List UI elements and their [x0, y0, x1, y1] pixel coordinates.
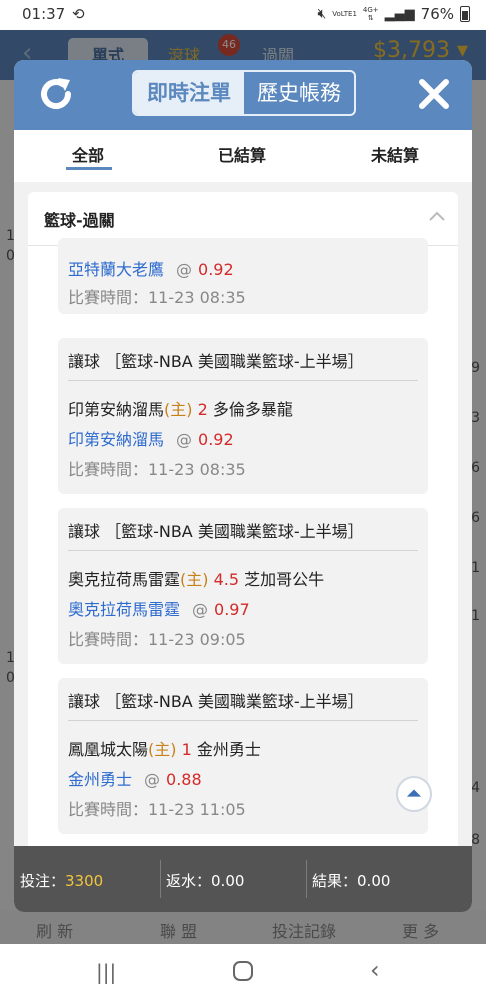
close-icon[interactable] — [414, 74, 454, 114]
handicap: 4.5 — [213, 570, 240, 589]
home-icon[interactable] — [231, 959, 255, 983]
divider — [68, 380, 418, 381]
volte-label: VoLTE1 — [332, 10, 357, 18]
match-time: 比賽時間：11-23 11:05 — [68, 800, 246, 819]
bet-type-header: 讓球 ［籃球-NBA 美國職業籃球-上半場］ — [68, 352, 364, 371]
matchup: 鳳凰城太陽(主) 1 金州勇士 — [68, 736, 261, 760]
bet-card: 讓球 ［籃球-NBA 美國職業籃球-上半場］ 鳳凰城太陽(主) 1 金州勇士 金… — [58, 678, 428, 834]
home-team: 奧克拉荷馬雷霆 — [68, 570, 181, 589]
bet-list[interactable]: 籃球-過關 亞特蘭大老鷹 @0.92 比賽時間：11-23 08:35 讓球 ［籃… — [14, 182, 472, 846]
stake-label: 投注： — [20, 872, 66, 890]
active-filter-underline — [66, 167, 112, 170]
sync-icon: ⟲ — [72, 5, 85, 23]
filter-tabs: 全部 已結算 未結算 — [14, 130, 472, 182]
record-type-toggle: 即時注單 歷史帳務 — [132, 70, 356, 116]
caret-up-icon — [406, 789, 422, 797]
bet-type-header: 讓球 ［籃球-NBA 美國職業籃球-上半場］ — [68, 522, 364, 541]
pick-team-name: 金州勇士 — [68, 770, 133, 789]
signal-icon: ▂▄▆ — [384, 6, 415, 22]
stake-total: 投注：3300 — [20, 870, 103, 891]
pick-team-name: 奧克拉荷馬雷霆 — [68, 600, 181, 619]
picked-team: 亞特蘭大老鷹 @0.92 — [68, 256, 234, 280]
clock: 01:37 — [22, 5, 66, 23]
odds: 0.92 — [198, 260, 234, 279]
4g-indicator: 4G+ ⇅ — [362, 6, 379, 22]
odds: 0.92 — [198, 430, 234, 449]
bet-records-modal: 即時注單 歷史帳務 全部 已結算 未結算 籃球-過關 亞特蘭大老鷹 @0.92 — [14, 60, 472, 912]
rebate-total: 返水：0.00 — [166, 870, 244, 891]
rebate-label: 返水： — [166, 872, 212, 890]
result-total: 結果：0.00 — [312, 870, 390, 891]
handicap: 1 — [181, 740, 192, 759]
back-nav-icon[interactable]: ‹ — [370, 956, 380, 984]
picked-team: 奧克拉荷馬雷霆 @0.97 — [68, 596, 250, 620]
divider — [68, 720, 418, 721]
home-tag: (主) — [164, 400, 193, 419]
summary-divider — [160, 860, 161, 898]
rebate-value: 0.00 — [211, 872, 245, 890]
match-time: 比賽時間：11-23 08:35 — [68, 288, 246, 307]
odds: 0.97 — [214, 600, 250, 619]
matchup: 奧克拉荷馬雷霆(主) 4.5 芝加哥公牛 — [68, 566, 324, 590]
summary-divider — [306, 860, 307, 898]
home-tag: (主) — [148, 740, 177, 759]
at-sign: @ — [192, 600, 209, 619]
bet-type-header: 讓球 ［籃球-NBA 美國職業籃球-上半場］ — [68, 692, 364, 711]
chevron-up-icon[interactable] — [428, 208, 446, 226]
result-value: 0.00 — [357, 872, 391, 890]
battery-percent: 76% — [420, 5, 454, 23]
network-type-label: 4G+ — [362, 6, 379, 14]
bet-card: 讓球 ［籃球-NBA 美國職業籃球-上半場］ 印第安納溜馬(主) 2 多倫多暴龍… — [58, 338, 428, 494]
system-nav-bar: ||| ‹ — [0, 944, 486, 1000]
match-time: 比賽時間：11-23 08:35 — [68, 460, 246, 479]
filter-unsettled[interactable]: 未結算 — [371, 142, 419, 166]
status-icons: 🔇︎ VoLTE1 4G+ ⇅ ▂▄▆ 76% — [317, 5, 470, 23]
group-title: 籃球-過關 — [44, 211, 115, 230]
home-tag: (主) — [180, 570, 209, 589]
battery-icon — [460, 6, 470, 22]
tab-history[interactable]: 歷史帳務 — [244, 72, 354, 114]
divider — [68, 550, 418, 551]
scroll-to-top-button[interactable] — [396, 776, 432, 812]
bet-group: 籃球-過關 亞特蘭大老鷹 @0.92 比賽時間：11-23 08:35 讓球 ［籃… — [28, 192, 458, 846]
recent-apps-icon[interactable]: ||| — [96, 960, 116, 984]
picked-team: 印第安納溜馬 @0.92 — [68, 426, 234, 450]
odds: 0.88 — [166, 770, 202, 789]
away-team: 多倫多暴龍 — [212, 400, 293, 419]
away-team: 芝加哥公牛 — [244, 570, 325, 589]
away-team: 金州勇士 — [196, 740, 261, 759]
bet-card: 讓球 ［籃球-NBA 美國職業籃球-上半場］ 奧克拉荷馬雷霆(主) 4.5 芝加… — [58, 508, 428, 664]
pick-team-name: 亞特蘭大老鷹 — [68, 260, 165, 279]
filter-settled[interactable]: 已結算 — [218, 142, 266, 166]
stake-value: 3300 — [65, 872, 104, 890]
home-team: 印第安納溜馬 — [68, 400, 165, 419]
modal-header: 即時注單 歷史帳務 — [14, 60, 472, 130]
result-label: 結果： — [312, 872, 358, 890]
handicap: 2 — [197, 400, 208, 419]
home-team: 鳳凰城太陽 — [68, 740, 149, 759]
at-sign: @ — [144, 770, 161, 789]
status-bar: 01:37 ⟲ 🔇︎ VoLTE1 4G+ ⇅ ▂▄▆ 76% — [0, 0, 486, 30]
refresh-icon[interactable] — [36, 74, 76, 114]
tab-live-bets[interactable]: 即時注單 — [134, 72, 244, 114]
bet-summary-bar: 投注：3300 返水：0.00 結果：0.00 — [14, 846, 472, 912]
match-time: 比賽時間：11-23 09:05 — [68, 630, 246, 649]
pick-team-name: 印第安納溜馬 — [68, 430, 165, 449]
at-sign: @ — [176, 260, 193, 279]
mute-icon: 🔇︎ — [317, 6, 327, 22]
lte-indicator: VoLTE1 — [332, 10, 357, 18]
bet-card-partial: 亞特蘭大老鷹 @0.92 比賽時間：11-23 08:35 — [58, 238, 428, 314]
picked-team: 金州勇士 @0.88 — [68, 766, 202, 790]
matchup: 印第安納溜馬(主) 2 多倫多暴龍 — [68, 396, 293, 420]
at-sign: @ — [176, 430, 193, 449]
filter-all[interactable]: 全部 — [72, 142, 104, 166]
